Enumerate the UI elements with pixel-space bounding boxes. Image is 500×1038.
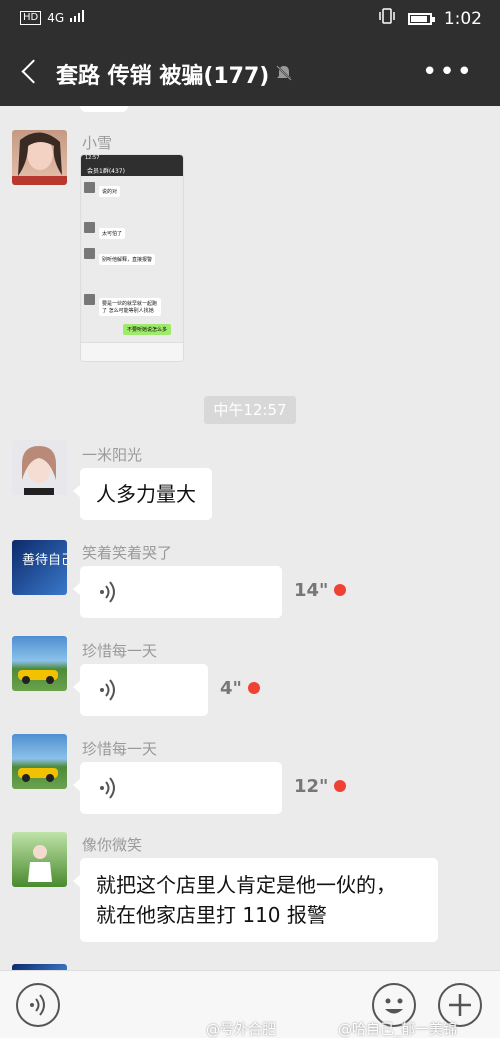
chat-header: 套路 传销 被骗(177) ••• [0,40,500,106]
sender-name: 珍惜每一天 [82,740,158,758]
mute-bell-icon [274,63,294,83]
voice-wave-icon [98,678,120,702]
thumb-line: 太可怕了 [99,228,126,239]
text-message[interactable]: 就把这个店里人肯定是他一伙的， 就在他家店里打 110 报警 [73,858,438,942]
message-line: 就在他家店里打 110 报警 [96,903,327,927]
time-divider: 中午12:57 [204,396,296,424]
thumb-avatar [84,182,95,193]
avatar-text: 善待自己 [22,552,67,568]
input-bar: @号外合肥 @哈自己_郁一美锦 [0,970,500,1038]
voice-wave-icon [98,776,120,800]
battery-icon [407,12,435,25]
network-label: 4G [47,10,65,25]
thumb-line: 别听他解释，直接报警 [99,254,156,265]
status-right: 1:02 [378,8,482,29]
unread-dot [334,584,346,596]
sender-name: 小雪 [82,134,113,152]
voice-message[interactable] [73,566,282,618]
back-button[interactable] [16,58,44,86]
status-left: HD 4G [20,10,85,25]
thumb-avatar [84,222,95,233]
thumb-line: 说的对 [99,186,121,197]
thumb-avatar [84,294,95,305]
text-message[interactable]: 人多力量大 [73,468,212,520]
unread-dot [248,682,260,694]
more-button[interactable]: ••• [422,59,474,85]
voice-wave-icon [98,580,120,604]
voice-duration: 4" [220,678,242,699]
avatar[interactable]: 善待自己 [12,540,67,595]
avatar[interactable] [12,636,67,691]
status-time: 1:02 [443,8,482,29]
watermark: @号外合肥 [206,1022,276,1038]
voice-input-button[interactable] [16,983,60,1027]
status-bar: HD 4G 1:02 [0,0,500,40]
image-message[interactable]: 12:57 会员1群(437) 说的对 太可怕了 别听他解释，直接报警 要是一伙… [80,154,184,362]
sender-name: 笑着笑着哭了 [82,544,173,562]
thumb-input-bar [81,342,183,361]
thumb-title: 会员1群(437) [81,163,183,176]
hd-badge: HD [20,10,42,25]
signal-icon [70,10,85,25]
sender-name: 像你微笑 [82,836,143,854]
avatar[interactable] [12,440,67,495]
message-line: 就把这个店里人肯定是他一伙的， [96,873,396,897]
thumb-line: 要是一伙的就早就一起跑了 怎么可能等别人找她 [99,298,161,316]
group-title: 套路 传销 被骗(177) [56,64,270,89]
sender-name: 一米阳光 [82,446,143,464]
avatar[interactable] [12,832,67,887]
thumb-body: 说的对 太可怕了 别听他解释，直接报警 要是一伙的就早就一起跑了 怎么可能等别人… [81,176,183,342]
avatar[interactable] [12,734,67,789]
voice-duration: 14" [294,580,329,601]
thumb-status: 12:57 [81,155,183,163]
thumb-avatar [84,248,95,259]
avatar[interactable] [12,130,67,185]
voice-message[interactable] [73,762,282,814]
previous-bubble [80,106,128,112]
unread-dot [334,780,346,792]
voice-message[interactable] [73,664,208,716]
sender-name: 珍惜每一天 [82,642,158,660]
watermark: @哈自己_郁一美锦 [338,1022,457,1038]
thumb-sent-line: 不要听她说怎么多 [122,324,171,335]
chat-area[interactable]: 小雪 12:57 会员1群(437) 说的对 太可怕了 别听他解释，直接报警 要… [0,106,500,970]
vibrate-icon [378,8,396,29]
voice-duration: 12" [294,776,329,797]
